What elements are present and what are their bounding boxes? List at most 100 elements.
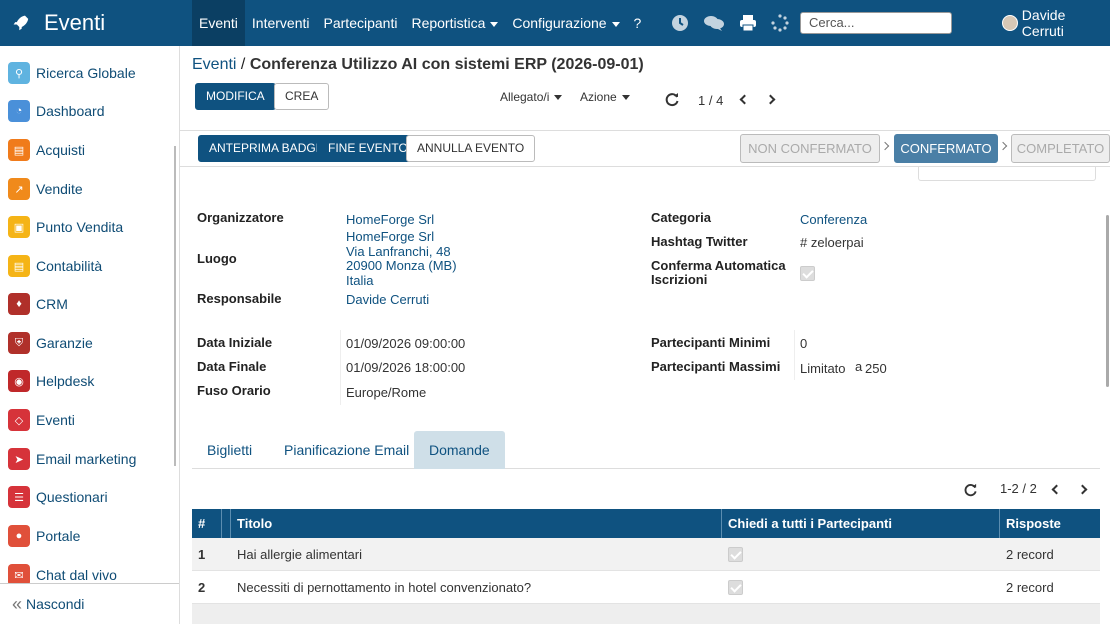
- tab-pianificazione-email[interactable]: Pianificazione Email: [269, 431, 424, 469]
- sidebar-scrollbar[interactable]: [174, 146, 176, 466]
- row-answers: 2 record: [1006, 579, 1054, 595]
- sidebar-item-label: Contabilità: [36, 258, 103, 274]
- sidebar-item-email-marketing[interactable]: ➤ Email marketing: [8, 446, 136, 472]
- venue-field[interactable]: HomeForge Srl Via Lanfranchi, 48 20900 M…: [346, 229, 457, 288]
- edit-button[interactable]: MODIFICA: [195, 83, 276, 110]
- topnav-reportistica[interactable]: Reportistica: [404, 0, 505, 46]
- min-attendees-field[interactable]: 0: [800, 337, 807, 351]
- stage-non-confermato[interactable]: NON CONFERMATO: [740, 134, 880, 163]
- sidebar-item-label: Eventi: [36, 412, 75, 428]
- create-button[interactable]: CREA: [274, 83, 330, 110]
- autoconfirm-checkbox[interactable]: [800, 266, 815, 281]
- topnav-eventi-label: Eventi: [199, 15, 238, 31]
- previous-record-icon[interactable]: [739, 94, 750, 105]
- topnav-reportistica-label: Reportistica: [411, 15, 486, 31]
- breadcrumb-parent-link[interactable]: Eventi: [192, 56, 236, 73]
- user-name: Davide Cerruti: [1021, 7, 1066, 39]
- sidebar-item-vendite[interactable]: ↗ Vendite: [8, 176, 83, 202]
- organizer-field[interactable]: HomeForge Srl: [346, 213, 434, 227]
- smart-button-box[interactable]: [918, 166, 1096, 181]
- sidebar-item-ricerca-globale[interactable]: ⚲ Ricerca Globale: [8, 60, 136, 86]
- max-attendees-field[interactable]: 250: [865, 362, 887, 376]
- row-answers: 2 record: [1006, 546, 1054, 562]
- badge-preview-button[interactable]: ANTEPRIMA BADGE: [198, 135, 335, 162]
- ask-all-checkbox: [728, 546, 743, 562]
- column-header-ask-all[interactable]: Chiedi a tutti i Partecipanti: [722, 509, 1000, 538]
- sidebar-item-label: Portale: [36, 528, 81, 544]
- action-dropdown[interactable]: Azione: [580, 90, 630, 104]
- table-row[interactable]: 1 Hai allergie alimentari 2 record: [192, 538, 1100, 571]
- venue-line: Italia: [346, 272, 374, 288]
- refresh-icon[interactable]: [963, 482, 978, 497]
- page-scrollbar[interactable]: [1106, 215, 1109, 387]
- next-page-icon[interactable]: [1077, 484, 1088, 495]
- topnav-interventi[interactable]: Interventi: [245, 0, 317, 46]
- notebook-tabs: Biglietti Pianificazione Email Domande: [192, 431, 1100, 469]
- chat-icon[interactable]: [703, 13, 725, 33]
- end-event-button[interactable]: FINE EVENTO: [317, 135, 419, 162]
- previous-page-icon[interactable]: [1051, 484, 1062, 495]
- sidebar-item-helpdesk[interactable]: ◉ Helpdesk: [8, 368, 94, 394]
- row-number: 1: [198, 546, 206, 562]
- printer-icon[interactable]: [738, 13, 758, 33]
- sidebar-item-acquisti[interactable]: ▤ Acquisti: [8, 137, 85, 163]
- sidebar-item-contabilita[interactable]: ▤ Contabilità: [8, 253, 102, 279]
- attachment-label: Allegato/i: [500, 90, 550, 104]
- sidebar-item-label: Chat dal vivo: [36, 567, 117, 583]
- column-header-answers[interactable]: Risposte: [1000, 509, 1100, 538]
- tab-domande[interactable]: Domande: [414, 431, 505, 469]
- page-title: Conferenza Utilizzo AI con sistemi ERP (…: [249, 56, 644, 73]
- clock-icon[interactable]: [670, 13, 690, 33]
- row-ask-all: [722, 571, 1000, 603]
- next-record-icon[interactable]: [765, 94, 776, 105]
- topnav-eventi[interactable]: Eventi: [192, 0, 245, 46]
- topnav-partecipanti[interactable]: Partecipanti: [317, 0, 405, 46]
- stage-completato[interactable]: COMPLETATO: [1011, 134, 1110, 163]
- survey-icon: ☰: [8, 486, 30, 508]
- caret-down-icon: [621, 95, 630, 101]
- hashtag-field[interactable]: # zeloerpai: [800, 236, 864, 250]
- globe-icon: ●: [8, 525, 30, 547]
- sidebar-collapse-button[interactable]: « Nascondi: [0, 583, 179, 624]
- organizer-label: Organizzatore: [197, 210, 284, 225]
- stage-confermato[interactable]: CONFERMATO: [894, 134, 998, 163]
- search-input[interactable]: Cerca...: [800, 12, 952, 34]
- headset-icon: ◉: [8, 370, 30, 392]
- column-header-number[interactable]: #: [192, 509, 222, 538]
- category-field[interactable]: Conferenza: [800, 213, 867, 227]
- breadcrumb-separator: /: [240, 56, 246, 73]
- topnav-configurazione[interactable]: Configurazione: [505, 0, 626, 46]
- app-title: Eventi: [44, 10, 106, 35]
- column-header-title[interactable]: Titolo: [231, 509, 722, 538]
- app-brand[interactable]: Eventi: [0, 0, 180, 46]
- timezone-label: Fuso Orario: [197, 383, 271, 398]
- sidebar-item-punto-vendita[interactable]: ▣ Punto Vendita: [8, 214, 123, 240]
- tab-biglietti[interactable]: Biglietti: [192, 431, 267, 469]
- caret-down-icon: [611, 21, 620, 27]
- min-attendees-label: Partecipanti Minimi: [651, 335, 771, 350]
- avatar: [1002, 15, 1018, 31]
- sidebar-item-eventi[interactable]: ◇ Eventi: [8, 407, 75, 433]
- attachment-dropdown[interactable]: Allegato/i: [500, 90, 563, 104]
- sidebar-item-garanzie[interactable]: ⛨ Garanzie: [8, 330, 93, 356]
- timezone-field[interactable]: Europe/Rome: [346, 386, 426, 400]
- responsible-label: Responsabile: [197, 291, 282, 306]
- sidebar-item-crm[interactable]: ♦ CRM: [8, 291, 68, 317]
- responsible-field[interactable]: Davide Cerruti: [346, 293, 429, 307]
- divider: [340, 330, 341, 405]
- sidebar-item-questionari[interactable]: ☰ Questionari: [8, 484, 108, 510]
- sidebar-item-label: CRM: [36, 296, 68, 312]
- table-row[interactable]: 2 Necessiti di pernottamento in hotel co…: [192, 571, 1100, 604]
- max-attendees-connector: a: [855, 359, 863, 374]
- start-date-field[interactable]: 01/09/2026 09:00:00: [346, 337, 465, 351]
- sidebar-item-portale[interactable]: ● Portale: [8, 523, 80, 549]
- user-menu[interactable]: Davide Cerruti: [1002, 0, 1110, 46]
- end-date-field[interactable]: 01/09/2026 18:00:00: [346, 361, 465, 375]
- record-pager: 1 / 4: [698, 93, 724, 108]
- refresh-icon[interactable]: [664, 91, 680, 107]
- max-attendees-mode[interactable]: Limitato: [800, 362, 846, 376]
- ask-all-checkbox: [728, 579, 743, 595]
- cancel-event-button[interactable]: ANNULLA EVENTO: [406, 135, 536, 162]
- topnav-help[interactable]: ?: [627, 0, 649, 46]
- sidebar-item-dashboard[interactable]: ◔ Dashboard: [8, 98, 105, 124]
